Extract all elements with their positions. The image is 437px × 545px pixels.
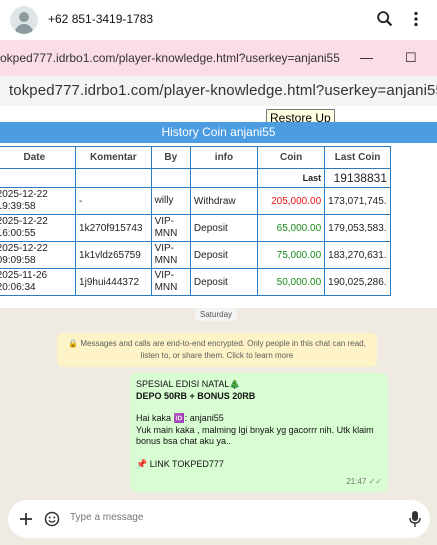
cell-coin: 50,000.00 (257, 268, 326, 296)
contact-avatar[interactable] (10, 6, 38, 34)
cell-by: VIP-MNN (150, 241, 191, 269)
message-line: Yuk main kaka , malming lgi bnyak yg gac… (136, 424, 374, 447)
window-title: okped777.idrbo1.com/player-knowledge.htm… (0, 51, 340, 65)
col-header: Coin (257, 146, 326, 169)
cell-komentar: 1k270f915743 (75, 214, 152, 242)
cell-info: Deposit (189, 214, 259, 242)
cell-coin: 65,000.00 (257, 214, 326, 242)
cell-date: 2025-12-22 16:00:55 (0, 214, 77, 242)
message-bubble[interactable]: SPESIAL EDISI NATAL🎄 DEPO 50RB + BONUS 2… (130, 373, 388, 492)
cell-date: 2025-12-22 09:09:58 (0, 241, 77, 269)
table-row: 2025-12-22 16:00:55 1k270f915743 VIP-MNN… (0, 214, 391, 242)
read-receipt-icon: ✓✓ (368, 476, 382, 486)
history-title: History Coin anjani55 (0, 122, 437, 143)
chat-area: Saturday 🔒 Messages and calls are end-to… (0, 308, 437, 494)
cell-last-coin: 190,025,286. (324, 268, 391, 296)
emoji-icon[interactable] (44, 511, 60, 527)
last-coin-row: Last 19138831 (0, 168, 391, 188)
cell-coin: 75,000.00 (257, 241, 326, 269)
message-line: 📌 LINK TOKPED777 (136, 458, 224, 469)
message-line: DEPO 50RB + BONUS 20RB (136, 390, 256, 401)
table-row: 2025-12-22 19:39:58 - willy Withdraw 205… (0, 187, 391, 215)
col-header: Komentar (75, 146, 152, 169)
address-bar: tokped777.idrbo1.com/player-knowledge.ht… (0, 76, 437, 106)
browser-window-titlebar: okped777.idrbo1.com/player-knowledge.htm… (0, 40, 437, 76)
table-header-row: o Date Komentar By info Coin Last Coin (0, 146, 391, 169)
message-line: SPESIAL EDISI NATAL🎄 (136, 379, 241, 389)
cell-komentar: 1k1vldz65759 (75, 241, 152, 269)
chat-header: +62 851-3419-1783 (0, 0, 437, 41)
cell-by: willy (150, 187, 191, 215)
history-table: o Date Komentar By info Coin Last Coin L… (0, 146, 391, 296)
screenshot-image: okped777.idrbo1.com/player-knowledge.htm… (0, 40, 437, 308)
cell-info: Deposit (189, 241, 259, 269)
cell-by: VIP-MNN (150, 268, 191, 296)
address-url: tokped777.idrbo1.com/player-knowledge.ht… (9, 82, 437, 99)
table-row: 2025-12-22 09:09:58 1k1vldz65759 VIP-MNN… (0, 241, 391, 269)
composer: Type a message (0, 494, 437, 545)
cell-last-coin: 183,270,631. (324, 241, 391, 269)
cell-info: Deposit (189, 268, 259, 296)
col-header: By (150, 146, 191, 169)
cell-date: 2025-12-22 19:39:58 (0, 187, 77, 215)
last-value: 19138831 (324, 168, 391, 188)
contact-phone[interactable]: +62 851-3419-1783 (48, 12, 153, 26)
cell-by: VIP-MNN (150, 214, 191, 242)
microphone-icon[interactable] (408, 510, 422, 528)
cell-last-coin: 173,071,745. (324, 187, 391, 215)
last-label: Last (257, 168, 326, 188)
cell-date: 2025-11-26 20:06:34 (0, 268, 77, 296)
table-row: 2025-11-26 20:06:34 1j9hui444372 VIP-MNN… (0, 268, 391, 296)
message-time: 21:47 ✓✓ (346, 476, 382, 486)
col-header: Last Coin (324, 146, 391, 169)
date-chip: Saturday (195, 308, 238, 321)
cell-last-coin: 179,053,583. (324, 214, 391, 242)
cell-coin: 205,000.00 (257, 187, 326, 215)
maximize-icon: ☐ (405, 50, 417, 65)
encryption-notice[interactable]: 🔒 Messages and calls are end-to-end encr… (57, 333, 377, 367)
search-icon[interactable] (374, 8, 396, 30)
message-input-container: Type a message (8, 500, 430, 538)
cell-info: Withdraw (189, 187, 259, 215)
message-line: Hai kaka 🆔: anjani55 (136, 413, 224, 423)
cell-komentar: - (75, 187, 152, 215)
plus-icon[interactable] (18, 511, 34, 527)
col-header: Date (0, 146, 77, 169)
cell-komentar: 1j9hui444372 (75, 268, 152, 296)
minimize-icon: — (360, 50, 373, 65)
col-header: info (189, 146, 259, 169)
more-options-icon[interactable] (405, 8, 427, 30)
message-input[interactable]: Type a message (70, 512, 143, 523)
